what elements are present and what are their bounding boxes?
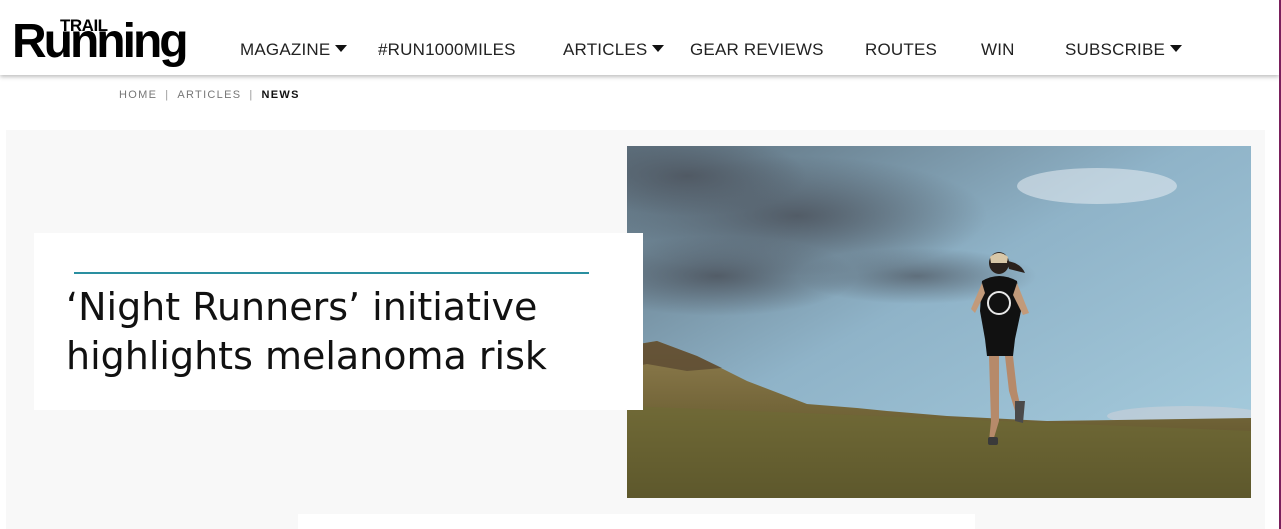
nav-item-label: ROUTES (865, 40, 938, 59)
nav-item-label: WIN (981, 40, 1015, 59)
article-body-card (298, 514, 975, 529)
nav-item-magazine[interactable]: MAGAZINE (240, 40, 348, 60)
breadcrumb-separator: | (249, 89, 254, 101)
article-title: ‘Night Runners’ initiative highlights me… (66, 285, 547, 378)
nav-item-subscribe[interactable]: SUBSCRIBE (1065, 40, 1183, 60)
breadcrumb-articles[interactable]: ARTICLES (177, 89, 241, 101)
breadcrumb-current: NEWS (261, 89, 300, 101)
caret-down-icon (1170, 45, 1183, 52)
caret-down-icon (652, 45, 665, 52)
nav-item-label: ARTICLES (563, 40, 648, 59)
breadcrumb-separator: | (165, 89, 170, 101)
nav-item-articles[interactable]: ARTICLES (563, 40, 665, 60)
logo-running-text: Running (12, 15, 189, 68)
article-title-card: ‘Night Runners’ initiative highlights me… (34, 233, 643, 410)
nav-item-label: MAGAZINE (240, 40, 331, 59)
nav-item-win[interactable]: WIN (981, 40, 1015, 60)
title-accent-rule (74, 272, 589, 274)
site-header: TRAIL Running MAGAZINE #RUN1000MILES ART… (0, 0, 1279, 75)
nav-item-label: #RUN1000MILES (378, 40, 516, 59)
hero-image (627, 146, 1251, 498)
nav-item-label: GEAR REVIEWS (690, 40, 824, 59)
nav-item-gear-reviews[interactable]: GEAR REVIEWS (690, 40, 824, 60)
nav-item-label: SUBSCRIBE (1065, 40, 1166, 59)
site-logo[interactable]: TRAIL Running (12, 14, 192, 72)
caret-down-icon (335, 45, 348, 52)
breadcrumb: HOME | ARTICLES | NEWS (119, 89, 300, 101)
nav-item-run1000miles[interactable]: #RUN1000MILES (378, 40, 516, 60)
breadcrumb-home[interactable]: HOME (119, 89, 157, 101)
nav-item-routes[interactable]: ROUTES (865, 40, 937, 60)
